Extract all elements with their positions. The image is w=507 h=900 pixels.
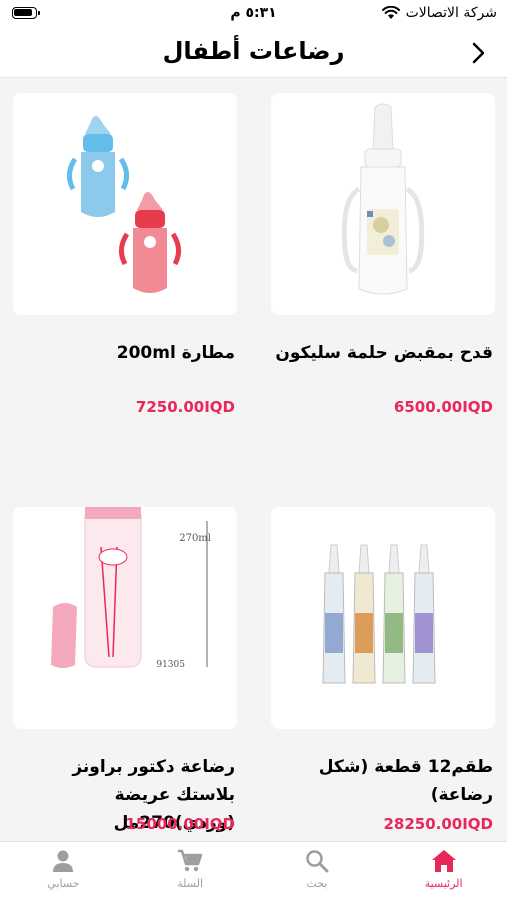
pink-bottle-image: 270ml 91305 bbox=[51, 507, 211, 670]
search-icon bbox=[306, 850, 329, 873]
product-card[interactable]: مطارة 200ml 7250.00IQD bbox=[13, 93, 237, 423]
wifi-icon bbox=[381, 6, 400, 19]
product-card[interactable]: قدح بمقبض حلمة سليكون 6500.00IQD bbox=[271, 93, 495, 423]
bottle-volume-label: 270ml bbox=[179, 533, 211, 544]
tab-home-label: الرئيسية bbox=[424, 877, 463, 890]
home-icon bbox=[431, 850, 456, 872]
tab-bar: الرئيسية بحث السلة حسابي bbox=[0, 841, 507, 900]
product-card[interactable]: طقم12 قطعة (شكل رضاعة) 28250.00IQD bbox=[271, 507, 495, 837]
nav-bar: رضاعات أطفال bbox=[0, 28, 507, 78]
product-name[interactable]: قدح بمقبض حلمة سليكون bbox=[271, 339, 495, 367]
carrier-info: شركة الاتصالات bbox=[381, 5, 497, 21]
status-bar: ٥:٣١ م شركة الاتصالات bbox=[0, 0, 507, 28]
carrier-name: شركة الاتصالات bbox=[405, 5, 497, 21]
product-image[interactable] bbox=[271, 507, 495, 729]
product-image[interactable] bbox=[13, 93, 237, 315]
cart-icon bbox=[178, 849, 203, 872]
bottle-set-image bbox=[322, 544, 436, 684]
product-price: 7250.00IQD bbox=[135, 398, 235, 416]
tab-account[interactable]: حسابي bbox=[0, 842, 127, 900]
product-image[interactable]: 270ml 91305 bbox=[13, 507, 237, 729]
sippy-cup-bottle-image bbox=[341, 103, 425, 295]
tab-account-label: حسابي bbox=[47, 877, 80, 890]
product-card[interactable]: 270ml 91305 رضاعة دكتور براونز بلاستك عر… bbox=[13, 507, 237, 837]
tab-cart[interactable]: السلة bbox=[127, 842, 254, 900]
tab-home[interactable]: الرئيسية bbox=[380, 842, 507, 900]
tab-search-label: بحث bbox=[306, 877, 328, 890]
product-name[interactable]: مطارة 200ml bbox=[13, 339, 237, 367]
user-icon bbox=[53, 850, 74, 872]
product-price: 28250.00IQD bbox=[383, 815, 493, 833]
product-list[interactable]: قدح بمقبض حلمة سليكون 6500.00IQD مطارة 2… bbox=[0, 79, 507, 841]
bottle-code-label: 91305 bbox=[156, 660, 185, 670]
tab-cart-label: السلة bbox=[177, 877, 204, 890]
product-price: 6500.00IQD bbox=[393, 398, 493, 416]
product-image[interactable] bbox=[271, 93, 495, 315]
product-name[interactable]: طقم12 قطعة (شكل رضاعة) bbox=[271, 753, 495, 809]
tab-search[interactable]: بحث bbox=[254, 842, 381, 900]
sports-bottles-image bbox=[67, 116, 181, 293]
product-price: 15000.00IQD bbox=[125, 815, 235, 833]
page-title: رضاعات أطفال bbox=[162, 37, 345, 65]
